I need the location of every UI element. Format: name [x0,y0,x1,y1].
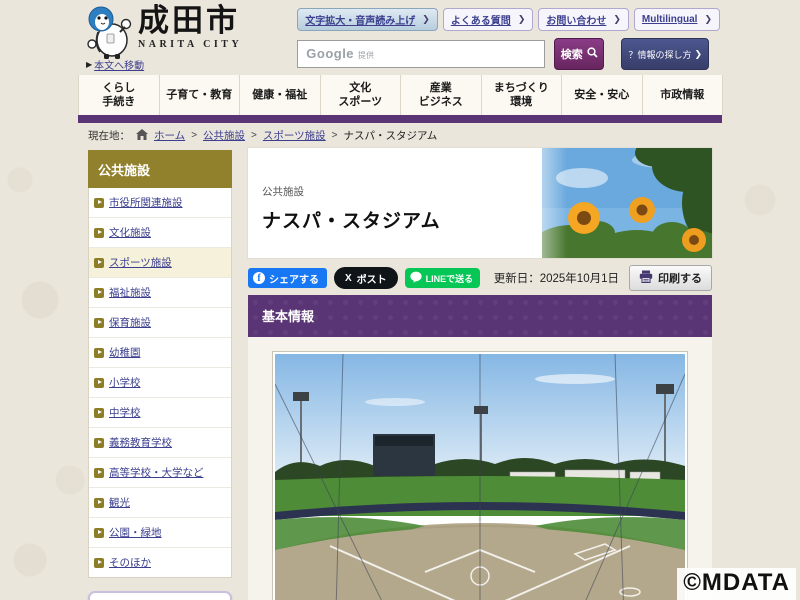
arrow-bullet-icon [94,378,104,388]
search-input[interactable]: Google 提供 [297,40,545,68]
arrow-bullet-icon [94,498,104,508]
site-header: 成田市 NARITA CITY ▶ 本文へ移動 文字拡大・音声読み上げ ❯ よく… [78,0,722,74]
breadcrumb-current: ナスパ・スタジアム [344,128,438,143]
sidebar-item-sports[interactable]: スポーツ施設 [89,248,231,278]
page-title-card: 公共施設 ナスパ・スタジアム [248,148,712,258]
share-row: f シェアする X ポスト LINEで送る 更新日：2025年10月1日 印刷す… [248,266,712,290]
arrow-bullet-icon [94,228,104,238]
breadcrumb-home-link[interactable]: ホーム [154,128,185,143]
nav-accent-bar [78,115,722,123]
sidebar-item-city-hall[interactable]: 市役所関連施設 [89,188,231,218]
chevron-right-icon: ❯ [704,14,712,25]
printer-icon [639,270,653,286]
nav-tab-kenko[interactable]: 健康・福祉 [240,75,321,115]
facebook-share-button[interactable]: f シェアする [248,268,327,288]
nav-tab-shisei[interactable]: 市政情報 [643,75,724,115]
sidebar-title: 公共施設 [88,150,232,188]
city-name-en: NARITA CITY [138,39,242,50]
unari-kun-mascot-icon [84,4,136,65]
updated-date: 更新日：2025年10月1日 [494,270,619,286]
sidebar-item-others[interactable]: そのほか [89,548,231,577]
text-size-voice-button[interactable]: 文字拡大・音声読み上げ ❯ [297,8,438,31]
mdata-watermark: ©MDATA [677,568,796,600]
page-category: 公共施設 [262,184,441,199]
faq-button[interactable]: よくある質問 ❯ [443,8,534,31]
nav-tab-kurashi[interactable]: くらし手続き [79,75,160,115]
sidebar-item-welfare[interactable]: 福祉施設 [89,278,231,308]
sidebar-menu: 市役所関連施設 文化施設 スポーツ施設 福祉施設 保育施設 幼稚園 小学校 中学… [88,188,232,578]
logo-text: 成田市 NARITA CITY [138,4,242,50]
how-to-find-info-button[interactable]: ？情報の探し方 ❯ [621,38,709,70]
nav-tab-machizukuri[interactable]: まちづくり環境 [482,75,563,115]
arrow-bullet-icon [94,288,104,298]
x-post-button[interactable]: X ポスト [334,267,398,289]
stadium-photo [272,351,688,600]
nav-tab-kosodate[interactable]: 子育て・教育 [160,75,241,115]
x-icon: X [345,273,352,284]
magnifier-icon [587,47,598,61]
arrow-bullet-icon [94,408,104,418]
main-content: 公共施設 ナスパ・スタジアム [248,148,712,600]
chevron-right-icon: ❯ [518,14,526,25]
breadcrumb-link-sports-facilities[interactable]: スポーツ施設 [263,128,326,143]
triangle-icon: ▶ [86,60,92,69]
chevron-right-icon: ❯ [695,49,703,60]
sidebar-item-tourism[interactable]: 観光 [89,488,231,518]
sidebar: 公共施設 市役所関連施設 文化施設 スポーツ施設 福祉施設 保育施設 幼稚園 小… [88,150,232,600]
skip-to-content-link[interactable]: ▶ 本文へ移動 [86,57,144,72]
arrow-bullet-icon [94,198,104,208]
chevron-right-icon: ❯ [422,14,430,25]
sidebar-item-culture[interactable]: 文化施設 [89,218,231,248]
sidebar-item-childcare[interactable]: 保育施設 [89,308,231,338]
multilingual-button[interactable]: Multilingual ❯ [634,8,720,31]
home-icon [136,129,148,143]
site-logo[interactable]: 成田市 NARITA CITY [84,4,242,65]
breadcrumb: 現在地： ホーム > 公共施設 > スポーツ施設 > ナスパ・スタジアム [88,128,437,143]
city-name: 成田市 [138,4,242,38]
sidebar-item-junior-high[interactable]: 中学校 [89,398,231,428]
sidebar-item-compulsory[interactable]: 義務教育学校 [89,428,231,458]
section-header-basic-info: 基本情報 [248,295,712,337]
line-share-button[interactable]: LINEで送る [405,268,481,288]
nav-tab-anzen[interactable]: 安全・安心 [562,75,643,115]
facebook-icon: f [253,272,265,284]
sidebar-item-highschool[interactable]: 高等学校・大学など [89,458,231,488]
arrow-bullet-icon [94,348,104,358]
sidebar-item-elementary[interactable]: 小学校 [89,368,231,398]
event-calendar-button[interactable]: イベントカレンダー [88,591,232,600]
google-provider-label: Google [306,46,354,61]
arrow-bullet-icon [94,318,104,328]
global-nav: くらし手続き 子育て・教育 健康・福祉 文化スポーツ 産業ビジネス まちづくり環… [78,75,723,115]
quick-links-row: 文字拡大・音声読み上げ ❯ よくある質問 ❯ お問い合わせ ❯ Multilin… [297,8,720,31]
arrow-bullet-icon [94,438,104,448]
arrow-bullet-icon [94,258,104,268]
sidebar-item-parks[interactable]: 公園・緑地 [89,518,231,548]
sunflower-banner-image [542,148,712,258]
page-title: ナスパ・スタジアム [262,206,441,233]
arrow-bullet-icon [94,528,104,538]
header-utilities: 文字拡大・音声読み上げ ❯ よくある質問 ❯ お問い合わせ ❯ Multilin… [297,8,720,70]
nav-tab-bunka-sports[interactable]: 文化スポーツ [321,75,402,115]
narita-city-page: 成田市 NARITA CITY ▶ 本文へ移動 文字拡大・音声読み上げ ❯ よく… [0,0,800,600]
chevron-right-icon: ❯ [613,14,621,25]
print-button[interactable]: 印刷する [629,265,712,291]
sidebar-item-kindergarten[interactable]: 幼稚園 [89,338,231,368]
basic-info-panel [248,337,712,600]
search-row: Google 提供 検索 ？情報の探し方 ❯ [297,38,720,70]
search-button[interactable]: 検索 [554,38,604,70]
nav-tab-sangyo[interactable]: 産業ビジネス [401,75,482,115]
arrow-bullet-icon [94,558,104,568]
arrow-bullet-icon [94,468,104,478]
breadcrumb-link-public-facilities[interactable]: 公共施設 [203,128,245,143]
banner-fade [507,148,567,258]
line-icon [410,271,422,285]
contact-button[interactable]: お問い合わせ ❯ [538,8,629,31]
